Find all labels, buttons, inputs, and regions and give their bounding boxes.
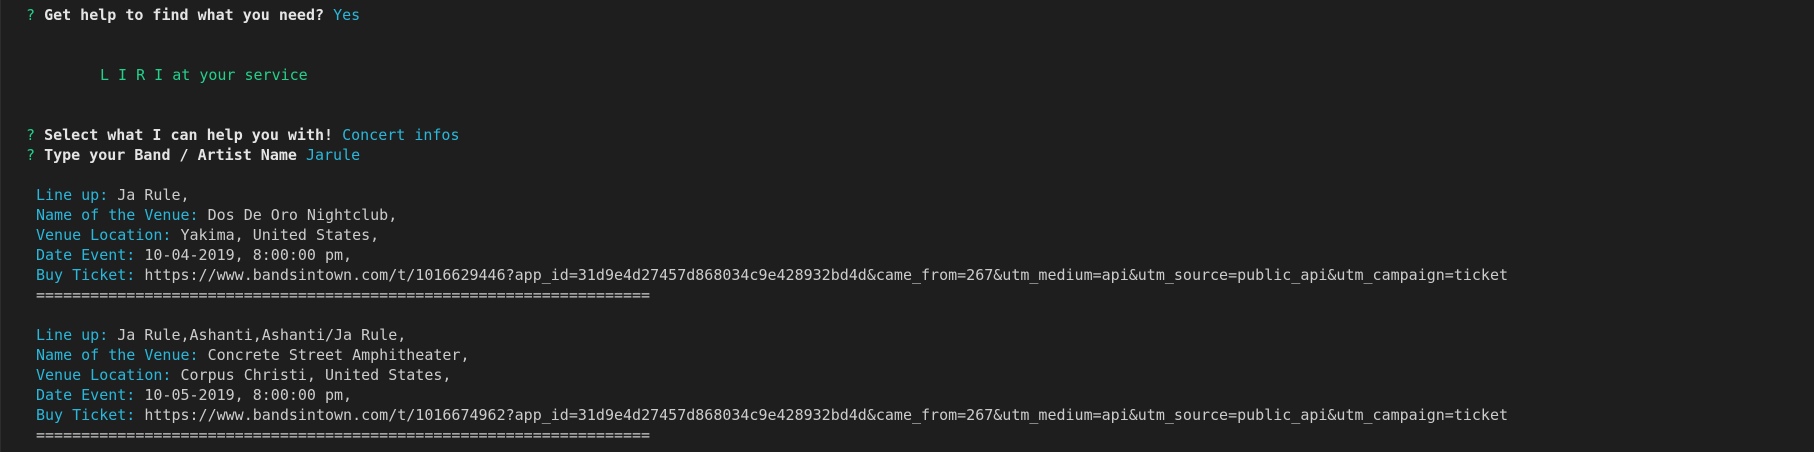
- prompt-mark: ?: [26, 6, 36, 24]
- event-ticket: Buy Ticket: https://www.bandsintown.com/…: [36, 265, 1508, 285]
- lineup-label: Line up:: [36, 326, 109, 344]
- service-banner: L I R I at your service: [100, 66, 308, 84]
- location-value: Yakima, United States,: [180, 226, 380, 244]
- prompt-artist: ? Type your Band / Artist Name Jarule: [26, 145, 360, 165]
- event-venue: Name of the Venue: Dos De Oro Nightclub,: [36, 205, 397, 225]
- event-location: Venue Location: Corpus Christi, United S…: [36, 365, 451, 385]
- date-label: Date Event:: [36, 386, 136, 404]
- venue-label: Name of the Venue:: [36, 346, 199, 364]
- lineup-value: Ja Rule,Ashanti,Ashanti/Ja Rule,: [117, 326, 407, 344]
- prompt-answer: Concert infos: [342, 126, 460, 144]
- event-separator: ========================================…: [36, 426, 651, 444]
- ticket-link[interactable]: https://www.bandsintown.com/t/1016674962…: [144, 406, 1508, 424]
- prompt-answer: Yes: [333, 6, 361, 24]
- event-lineup: Line up: Ja Rule,Ashanti,Ashanti/Ja Rule…: [36, 325, 406, 345]
- prompt-question: Select what I can help you with!: [44, 126, 334, 144]
- lineup-value: Ja Rule,: [117, 186, 190, 204]
- venue-value: Dos De Oro Nightclub,: [207, 206, 398, 224]
- date-value: 10-04-2019, 8:00:00 pm,: [144, 246, 353, 264]
- location-label: Venue Location:: [36, 226, 172, 244]
- prompt-help: ? Get help to find what you need? Yes: [26, 5, 360, 25]
- location-value: Corpus Christi, United States,: [180, 366, 452, 384]
- prompt-answer: Jarule: [305, 146, 361, 164]
- event-lineup: Line up: Ja Rule,: [36, 185, 190, 205]
- event-location: Venue Location: Yakima, United States,: [36, 225, 379, 245]
- ticket-label: Buy Ticket:: [36, 266, 136, 284]
- prompt-question: Get help to find what you need?: [44, 6, 325, 24]
- terminal-output[interactable]: ? Get help to find what you need? Yes L …: [0, 0, 1814, 452]
- prompt-question: Type your Band / Artist Name: [44, 146, 297, 164]
- ticket-link[interactable]: https://www.bandsintown.com/t/1016629446…: [144, 266, 1508, 284]
- event-separator: ========================================…: [36, 286, 651, 304]
- location-label: Venue Location:: [36, 366, 172, 384]
- venue-label: Name of the Venue:: [36, 206, 199, 224]
- date-label: Date Event:: [36, 246, 136, 264]
- event-date: Date Event: 10-05-2019, 8:00:00 pm,: [36, 385, 352, 405]
- prompt-select: ? Select what I can help you with! Conce…: [26, 125, 459, 145]
- prompt-mark: ?: [26, 126, 36, 144]
- prompt-mark: ?: [26, 146, 36, 164]
- ticket-label: Buy Ticket:: [36, 406, 136, 424]
- venue-value: Concrete Street Amphitheater,: [207, 346, 470, 364]
- date-value: 10-05-2019, 8:00:00 pm,: [144, 386, 353, 404]
- event-venue: Name of the Venue: Concrete Street Amphi…: [36, 345, 470, 365]
- event-ticket: Buy Ticket: https://www.bandsintown.com/…: [36, 405, 1508, 425]
- event-date: Date Event: 10-04-2019, 8:00:00 pm,: [36, 245, 352, 265]
- lineup-label: Line up:: [36, 186, 109, 204]
